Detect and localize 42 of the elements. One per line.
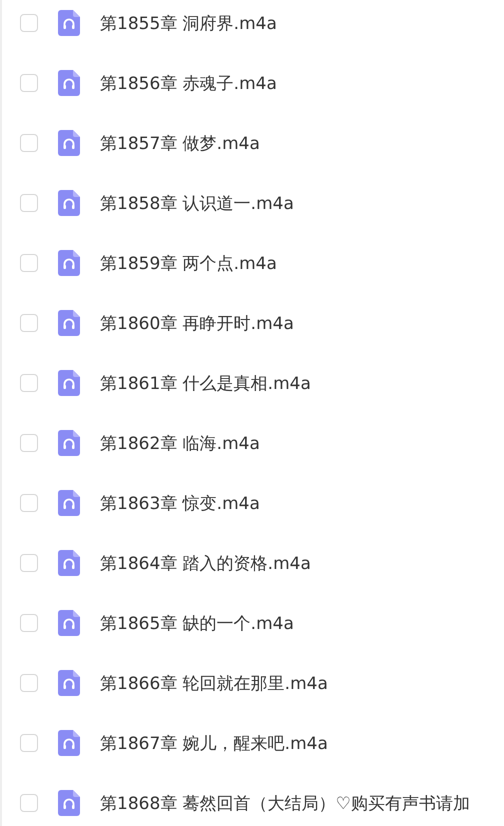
file-name[interactable]: 第1855章 洞府界.m4a <box>100 12 277 34</box>
checkbox[interactable] <box>20 674 38 692</box>
checkbox[interactable] <box>20 74 38 92</box>
checkbox[interactable] <box>20 134 38 152</box>
file-name[interactable]: 第1868章 蓦然回首（大结局）♡购买有声书请加 <box>100 792 470 814</box>
audio-file-icon <box>58 370 80 396</box>
audio-file-icon <box>58 310 80 336</box>
audio-file-icon <box>58 730 80 756</box>
checkbox[interactable] <box>20 194 38 212</box>
audio-file-icon <box>58 790 80 816</box>
audio-file-icon <box>58 190 80 216</box>
audio-file-icon <box>58 430 80 456</box>
file-name[interactable]: 第1860章 再睁开时.m4a <box>100 312 294 334</box>
file-name[interactable]: 第1859章 两个点.m4a <box>100 252 277 274</box>
file-name[interactable]: 第1866章 轮回就在那里.m4a <box>100 672 328 694</box>
audio-file-icon <box>58 550 80 576</box>
file-name[interactable]: 第1856章 赤魂子.m4a <box>100 72 277 94</box>
checkbox[interactable] <box>20 794 38 812</box>
file-name[interactable]: 第1865章 缺的一个.m4a <box>100 612 294 634</box>
checkbox[interactable] <box>20 734 38 752</box>
checkbox[interactable] <box>20 614 38 632</box>
file-name[interactable]: 第1867章 婉儿，醒来吧.m4a <box>100 732 328 754</box>
file-name[interactable]: 第1861章 什么是真相.m4a <box>100 372 311 394</box>
checkbox[interactable] <box>20 374 38 392</box>
checkbox[interactable] <box>20 554 38 572</box>
audio-file-icon <box>58 70 80 96</box>
checkbox[interactable] <box>20 254 38 272</box>
audio-file-icon <box>58 490 80 516</box>
audio-file-icon <box>58 130 80 156</box>
checkbox[interactable] <box>20 14 38 32</box>
file-name[interactable]: 第1864章 踏入的资格.m4a <box>100 552 311 574</box>
checkbox[interactable] <box>20 434 38 452</box>
checkbox[interactable] <box>20 314 38 332</box>
file-name[interactable]: 第1857章 做梦.m4a <box>100 132 260 154</box>
audio-file-icon <box>58 250 80 276</box>
audio-file-icon <box>58 670 80 696</box>
file-name[interactable]: 第1862章 临海.m4a <box>100 432 260 454</box>
checkbox[interactable] <box>20 494 38 512</box>
file-name[interactable]: 第1863章 惊变.m4a <box>100 492 260 514</box>
audio-file-icon <box>58 10 80 36</box>
audio-file-icon <box>58 610 80 636</box>
file-name[interactable]: 第1858章 认识道一.m4a <box>100 192 294 214</box>
